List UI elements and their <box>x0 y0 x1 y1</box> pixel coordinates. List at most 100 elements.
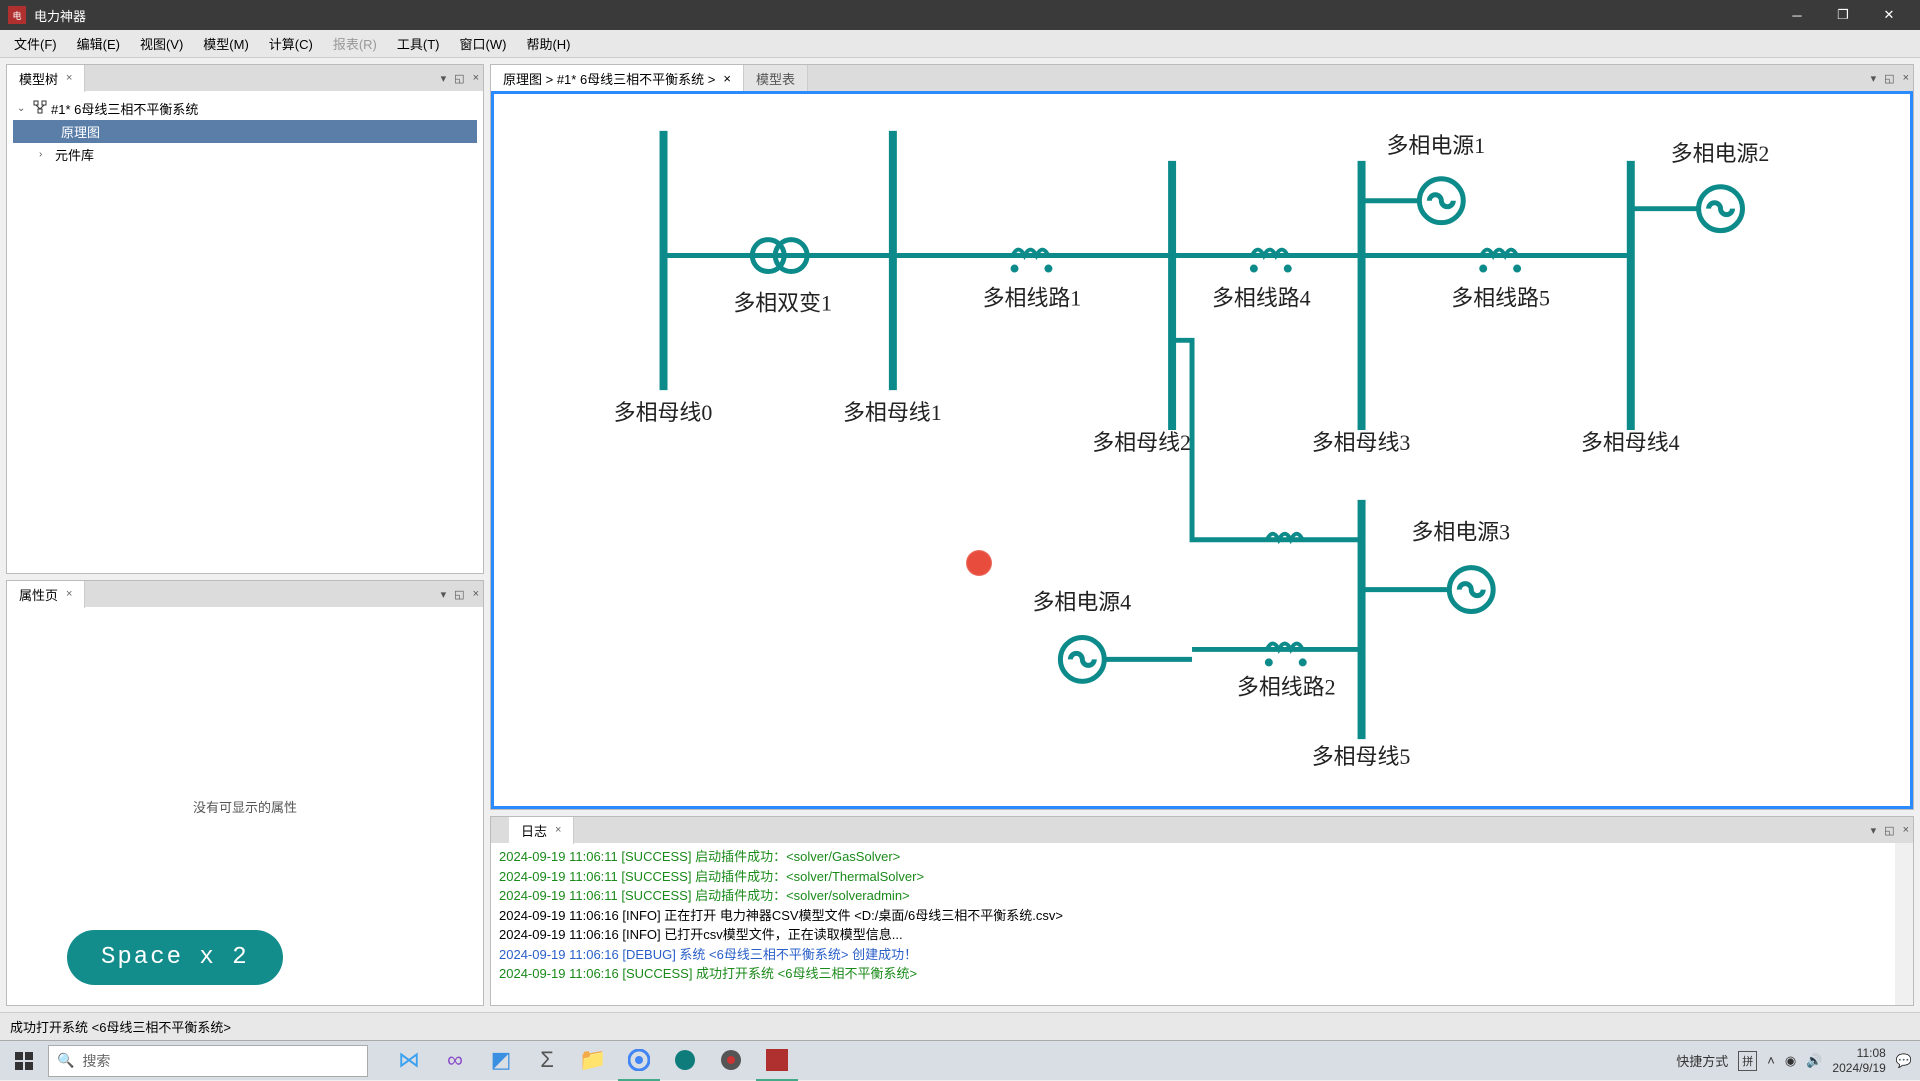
menu-file[interactable]: 文件(F) <box>4 30 67 57</box>
tree-expand-icon[interactable]: ⌄ <box>17 103 29 114</box>
menu-tool[interactable]: 工具(T) <box>387 30 450 57</box>
log-scrollbar[interactable] <box>1895 843 1913 1005</box>
taskbar: 🔍 搜索 ⋈ ∞ ◩ Σ 📁 快捷方式 拼 ˄ ◉ 🔊 11:08 2024/9… <box>0 1040 1920 1080</box>
prop-dropdown-icon[interactable]: ▾ <box>441 588 447 601</box>
line5-label: 多相线路5 <box>1451 285 1550 310</box>
tree-item-library[interactable]: › 元件库 <box>13 143 477 166</box>
log-tab[interactable]: 日志 × <box>509 817 574 844</box>
tree-tab-close[interactable]: × <box>66 72 72 84</box>
wifi-icon[interactable]: ◉ <box>1785 1053 1796 1069</box>
src4-label: 多相电源4 <box>1032 590 1131 615</box>
tree-dropdown-icon[interactable]: ▾ <box>441 72 447 85</box>
prop-tab-close[interactable]: × <box>66 588 72 600</box>
tree-popout-icon[interactable]: ◱ <box>454 72 464 85</box>
tray-label: 快捷方式 <box>1676 1051 1728 1070</box>
diagram-canvas[interactable]: 多相母线0 多相母线1 多相母线2 多相母线3 多相母线4 多相母线5 多相双变… <box>491 91 1913 809</box>
sigma-icon[interactable]: Σ <box>526 1041 568 1081</box>
menu-calc[interactable]: 计算(C) <box>259 30 323 57</box>
src3-label: 多相电源3 <box>1411 520 1510 545</box>
prop-empty-text: 没有可显示的属性 <box>193 797 297 816</box>
tree-item-schematic[interactable]: 原理图 <box>13 120 477 143</box>
prop-panel-controls: ▾ ◱ × <box>441 588 479 601</box>
prop-close-icon[interactable]: × <box>473 588 479 601</box>
diagram-tab-inactive[interactable]: 模型表 <box>744 65 808 92</box>
app-icon-3[interactable]: ◩ <box>480 1041 522 1081</box>
diagram-popout-icon[interactable]: ◱ <box>1884 72 1894 85</box>
status-text: 成功打开系统 <6母线三相不平衡系统> <box>10 1017 231 1036</box>
minimize-button[interactable]: ─ <box>1774 0 1820 30</box>
tree-expand-icon[interactable]: › <box>39 149 51 160</box>
app-icon-main[interactable] <box>756 1041 798 1081</box>
log-line: 2024-09-19 11:06:11 [SUCCESS] 启动插件成功：<so… <box>499 886 1905 906</box>
chrome-icon[interactable] <box>618 1041 660 1081</box>
tree-body: ⌄ #1* 6母线三相不平衡系统 原理图 › 元件库 <box>7 91 483 573</box>
schematic-svg: 多相母线0 多相母线1 多相母线2 多相母线3 多相母线4 多相母线5 多相双变… <box>494 94 1910 806</box>
tree-system-icon <box>33 100 47 117</box>
tree-panel-controls: ▾ ◱ × <box>441 72 479 85</box>
title-bar: 电 电力神器 ─ ❐ ✕ <box>0 0 1920 30</box>
log-line: 2024-09-19 11:06:11 [SUCCESS] 启动插件成功：<so… <box>499 867 1905 887</box>
log-header: 日志 × ▾ ◱ × <box>491 817 1913 843</box>
log-body[interactable]: 2024-09-19 11:06:11 [SUCCESS] 启动插件成功：<so… <box>491 843 1913 1005</box>
menu-window[interactable]: 窗口(W) <box>450 30 517 57</box>
explorer-icon[interactable]: 📁 <box>572 1041 614 1081</box>
log-panel: 日志 × ▾ ◱ × 2024-09-19 11:06:11 [SUCCESS]… <box>490 816 1914 1006</box>
tree-tab-label: 模型树 <box>19 69 58 88</box>
record-icon[interactable] <box>710 1041 752 1081</box>
close-button[interactable]: ✕ <box>1866 0 1912 30</box>
log-close-icon[interactable]: × <box>1903 824 1909 837</box>
log-popout-icon[interactable]: ◱ <box>1884 824 1894 837</box>
log-tab-close[interactable]: × <box>555 824 561 836</box>
volume-icon[interactable]: 🔊 <box>1806 1053 1822 1069</box>
start-button[interactable] <box>0 1041 48 1081</box>
diagram-tab-active[interactable]: 原理图 > #1* 6母线三相不平衡系统 > × <box>491 65 744 92</box>
left-column: 模型树 × ▾ ◱ × ⌄ #1* 6母线三相不平衡系统 <box>0 58 490 1012</box>
ime-icon[interactable]: 拼 <box>1738 1051 1757 1071</box>
menu-edit[interactable]: 编辑(E) <box>67 30 130 57</box>
vscode-icon[interactable]: ⋈ <box>388 1041 430 1081</box>
tree-close-icon[interactable]: × <box>473 72 479 85</box>
prop-tab[interactable]: 属性页 × <box>7 581 85 608</box>
diagram-tab-close[interactable]: × <box>723 71 731 86</box>
log-line: 2024-09-19 11:06:16 [DEBUG] 系统 <6母线三相不平衡… <box>499 945 1905 965</box>
log-line: 2024-09-19 11:06:16 [INFO] 正在打开 电力神器CSV模… <box>499 906 1905 926</box>
keystroke-overlay: Space x 2 <box>67 930 283 985</box>
diagram-dropdown-icon[interactable]: ▾ <box>1871 72 1877 85</box>
notification-icon[interactable]: 💬 <box>1896 1053 1912 1069</box>
diagram-panel-controls: ▾ ◱ × <box>1871 72 1909 85</box>
line4-label: 多相线路4 <box>1212 285 1311 310</box>
log-line: 2024-09-19 11:06:16 [SUCCESS] 成功打开系统 <6母… <box>499 964 1905 984</box>
visualstudio-icon[interactable]: ∞ <box>434 1041 476 1081</box>
prop-popout-icon[interactable]: ◱ <box>454 588 464 601</box>
bus0-label: 多相母线0 <box>614 400 713 425</box>
src1-label: 多相电源1 <box>1386 133 1485 158</box>
right-column: 原理图 > #1* 6母线三相不平衡系统 > × 模型表 ▾ ◱ × <box>490 58 1920 1012</box>
menu-help[interactable]: 帮助(H) <box>516 30 580 57</box>
diagram-tab-label: 原理图 > #1* 6母线三相不平衡系统 > <box>503 69 715 88</box>
tray-chevron-icon[interactable]: ˄ <box>1767 1053 1775 1068</box>
log-dropdown-icon[interactable]: ▾ <box>1871 824 1877 837</box>
tree-tab[interactable]: 模型树 × <box>7 65 85 92</box>
time-text: 11:08 <box>1832 1046 1885 1060</box>
menu-model[interactable]: 模型(M) <box>193 30 259 57</box>
bus2-label: 多相母线2 <box>1092 430 1191 455</box>
diagram-close-icon[interactable]: × <box>1903 72 1909 85</box>
search-icon: 🔍 <box>57 1052 74 1069</box>
menu-report: 报表(R) <box>323 30 387 57</box>
menu-view[interactable]: 视图(V) <box>130 30 193 57</box>
menu-bar: 文件(F) 编辑(E) 视图(V) 模型(M) 计算(C) 报表(R) 工具(T… <box>0 30 1920 58</box>
xfmr-label: 多相双变1 <box>733 290 832 315</box>
src2-label: 多相电源2 <box>1671 141 1770 166</box>
prop-tab-label: 属性页 <box>19 585 58 604</box>
diagram-panel: 原理图 > #1* 6母线三相不平衡系统 > × 模型表 ▾ ◱ × <box>490 64 1914 810</box>
taskbar-search[interactable]: 🔍 搜索 <box>48 1045 368 1077</box>
maximize-button[interactable]: ❐ <box>1820 0 1866 30</box>
system-tray: 快捷方式 拼 ˄ ◉ 🔊 11:08 2024/9/19 💬 <box>1676 1046 1920 1075</box>
edge-icon[interactable] <box>664 1041 706 1081</box>
line1-label: 多相线路1 <box>983 285 1082 310</box>
tree-root[interactable]: ⌄ #1* 6母线三相不平衡系统 <box>13 97 477 120</box>
date-text: 2024/9/19 <box>1832 1061 1885 1075</box>
log-panel-controls: ▾ ◱ × <box>1871 824 1909 837</box>
model-tree-panel: 模型树 × ▾ ◱ × ⌄ #1* 6母线三相不平衡系统 <box>6 64 484 574</box>
clock[interactable]: 11:08 2024/9/19 <box>1832 1046 1885 1075</box>
